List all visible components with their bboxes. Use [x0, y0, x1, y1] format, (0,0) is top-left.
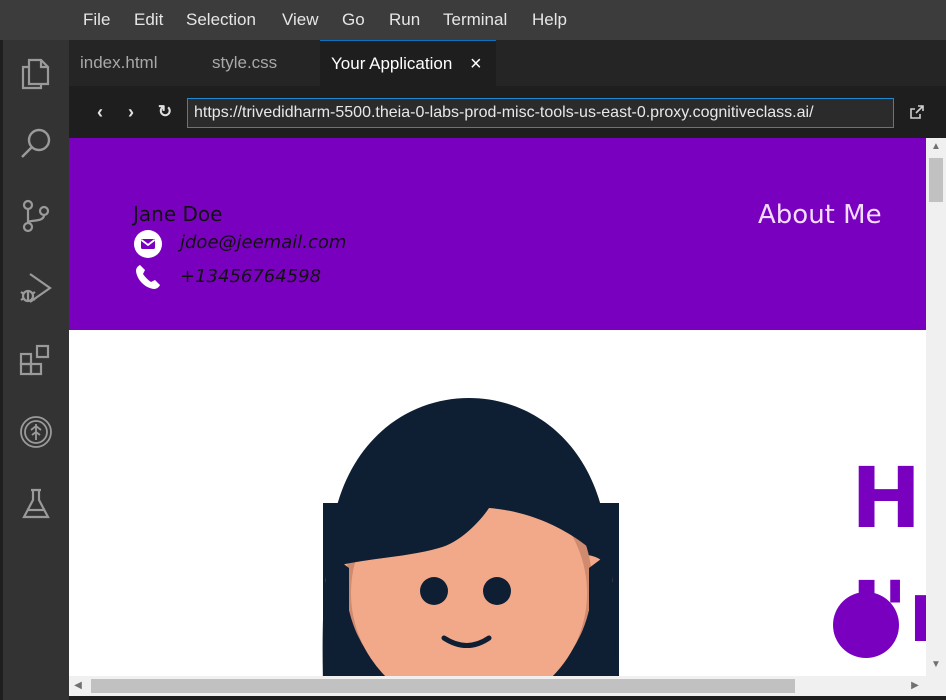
decorative-circle [833, 592, 899, 658]
back-icon[interactable]: ‹ [89, 100, 111, 124]
scrollbar-corner [926, 676, 946, 696]
menu-view[interactable]: View [282, 9, 319, 31]
profile-name: Jane Doe [133, 202, 223, 226]
avatar [322, 398, 619, 676]
tab-index-html[interactable]: index.html [69, 40, 200, 86]
menu-edit[interactable]: Edit [134, 9, 163, 31]
horizontal-scrollbar[interactable]: ◀ ▶ [69, 676, 926, 696]
browser-toolbar: ‹ › ↻ https://trivedidharm-5500.theia-0-… [69, 86, 946, 138]
tab-style-css[interactable]: style.css [201, 40, 319, 86]
extensions-icon[interactable] [16, 340, 56, 380]
tab-label: style.css [212, 53, 278, 72]
close-icon[interactable]: × [470, 41, 482, 87]
tab-your-application[interactable]: Your Application × [320, 40, 496, 86]
open-external-icon[interactable] [907, 102, 927, 122]
explorer-icon[interactable] [16, 54, 56, 94]
skills-network-icon[interactable] [16, 412, 56, 452]
ide-window: File Edit Selection View Go Run Terminal… [0, 0, 946, 700]
run-debug-icon[interactable] [16, 268, 56, 308]
source-control-icon[interactable] [16, 196, 56, 236]
menu-bar: File Edit Selection View Go Run Terminal… [0, 0, 946, 40]
vertical-scroll-thumb[interactable] [929, 158, 943, 202]
lab-flask-icon[interactable] [16, 484, 56, 524]
menu-help[interactable]: Help [532, 9, 567, 31]
email-text[interactable]: jdoe@jeemail.com [180, 232, 346, 253]
menu-selection[interactable]: Selection [186, 9, 256, 31]
scroll-left-icon[interactable]: ◀ [69, 676, 87, 696]
site-header: Jane Doe jdoe@jeemail.com +13456764598 A… [69, 138, 926, 330]
menu-go[interactable]: Go [342, 9, 365, 31]
menu-file[interactable]: File [83, 9, 110, 31]
phone-icon [133, 262, 163, 292]
bottom-strip [69, 696, 946, 700]
hero-greeting: Hi [851, 449, 926, 547]
app-preview: Jane Doe jdoe@jeemail.com +13456764598 A… [69, 138, 926, 676]
activity-bar [3, 40, 69, 700]
menu-terminal[interactable]: Terminal [443, 9, 507, 31]
menu-run[interactable]: Run [389, 9, 420, 31]
tab-label: Your Application [331, 54, 453, 73]
scroll-right-icon[interactable]: ▶ [906, 676, 924, 696]
phone-text[interactable]: +13456764598 [180, 266, 321, 287]
nav-about-me-link[interactable]: About Me [758, 200, 882, 230]
refresh-icon[interactable]: ↻ [154, 100, 176, 124]
scroll-up-icon[interactable]: ▲ [926, 138, 946, 156]
tab-label: index.html [80, 53, 158, 72]
url-input[interactable]: https://trivedidharm-5500.theia-0-labs-p… [187, 98, 894, 128]
email-icon [133, 229, 163, 259]
editor-tabs: index.html style.css Your Application × [69, 40, 946, 86]
forward-icon[interactable]: › [120, 100, 142, 124]
vertical-scrollbar[interactable]: ▲ ▼ [926, 138, 946, 676]
horizontal-scroll-thumb[interactable] [91, 679, 795, 693]
scroll-down-icon[interactable]: ▼ [926, 656, 946, 674]
search-icon[interactable] [16, 124, 56, 164]
